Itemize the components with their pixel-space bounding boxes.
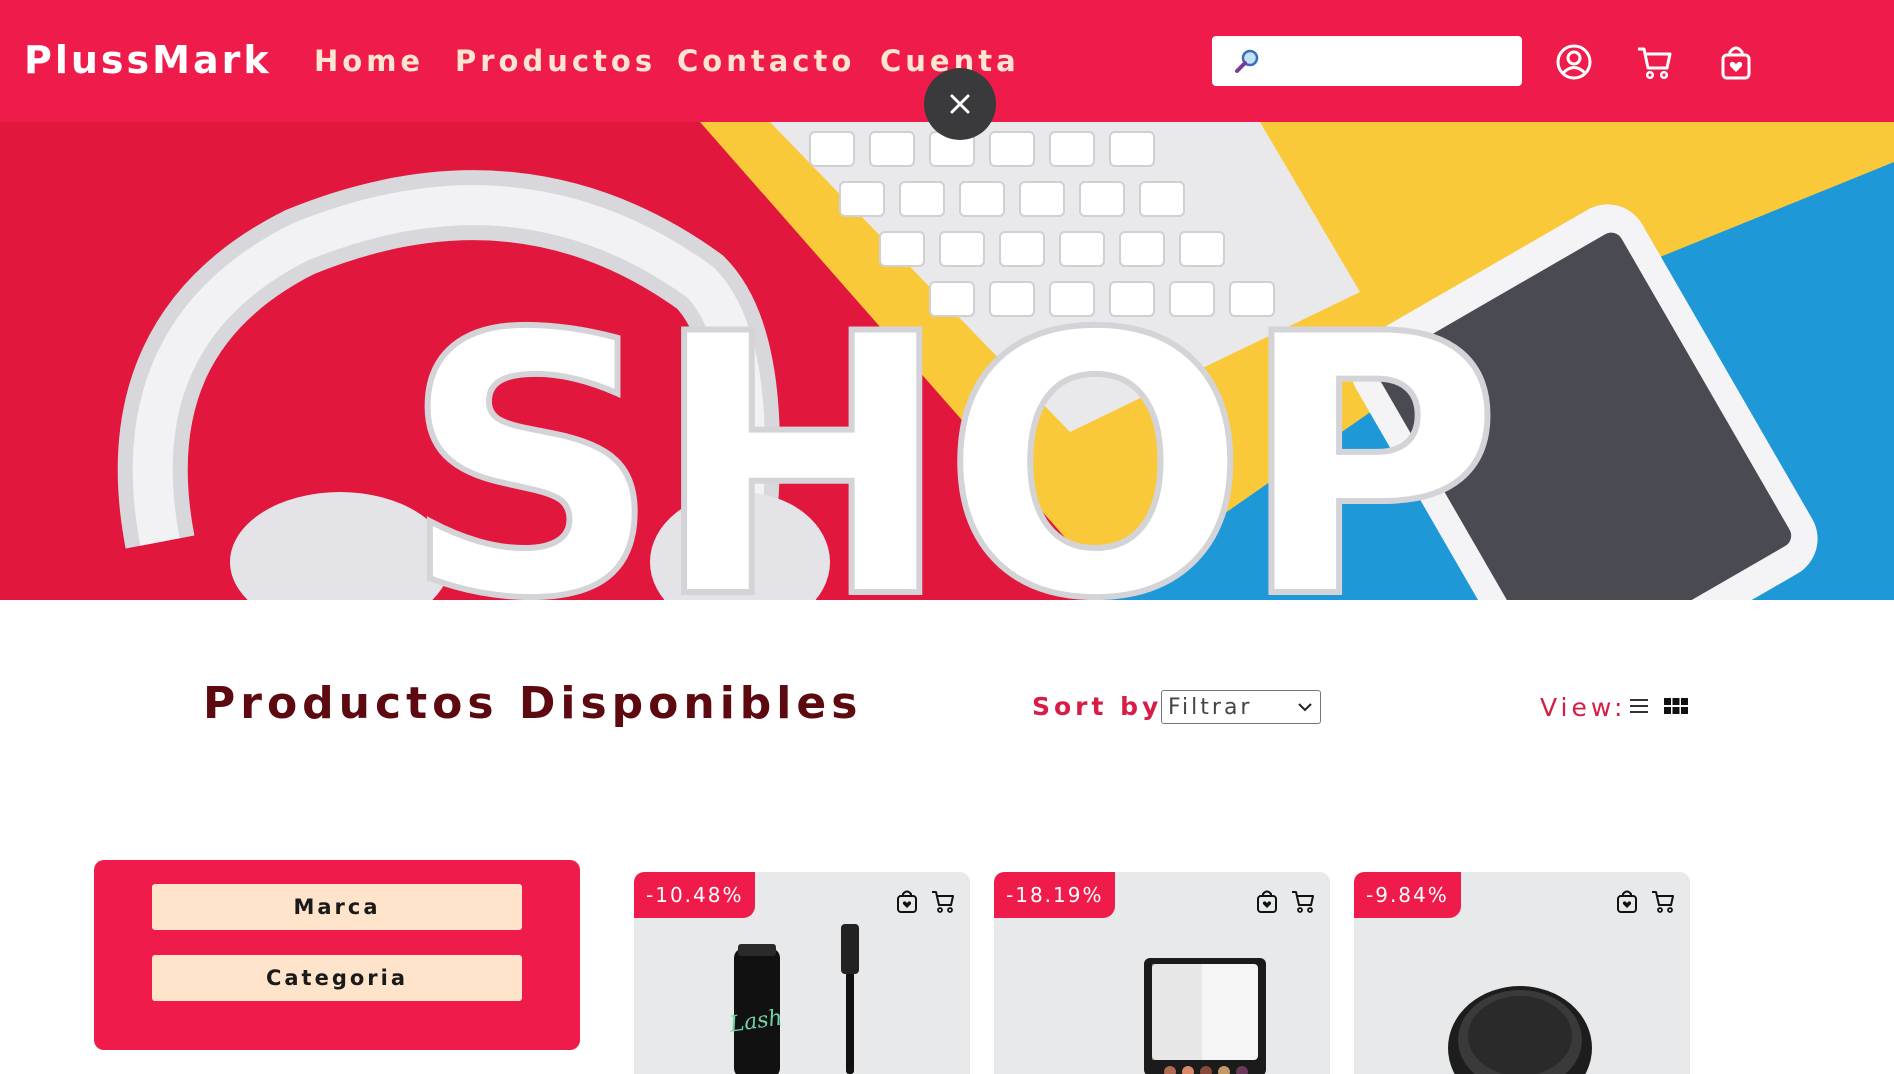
cart-icon[interactable] — [930, 888, 956, 914]
discount-badge: -18.19% — [994, 872, 1116, 918]
search-icon[interactable] — [1232, 46, 1262, 76]
shopping-bag-icon[interactable] — [1716, 42, 1756, 82]
list-view-icon[interactable] — [1628, 696, 1650, 716]
view-label: View: — [1540, 693, 1627, 722]
close-button[interactable] — [924, 68, 996, 140]
search-input[interactable] — [1270, 41, 1520, 81]
shopping-bag-icon[interactable] — [894, 888, 920, 914]
user-icon[interactable] — [1554, 42, 1594, 82]
nav-link-home[interactable]: Home — [314, 44, 424, 78]
chevron-down-icon — [1298, 703, 1312, 712]
search-box — [1212, 36, 1522, 86]
discount-badge: -9.84% — [1354, 872, 1461, 918]
sort-label: Sort by: — [1032, 692, 1177, 721]
filter-marca-button[interactable]: Marca — [152, 884, 522, 930]
hero-banner: SHOP — [0, 122, 1894, 600]
filter-categoria-button[interactable]: Categoria — [152, 955, 522, 1001]
cart-icon[interactable] — [1650, 888, 1676, 914]
product-image-compact-powder[interactable] — [1354, 918, 1690, 1074]
product-card[interactable]: -9.84% — [1354, 872, 1690, 1074]
shopping-bag-icon[interactable] — [1254, 888, 1280, 914]
hero-image: SHOP — [0, 122, 1894, 600]
product-image-mascara[interactable]: Lash — [634, 918, 970, 1074]
cart-icon[interactable] — [1290, 888, 1316, 914]
page-title: Productos Disponibles — [203, 678, 863, 729]
brand-logo[interactable]: PlussMark — [24, 38, 272, 82]
hero-text: SHOP — [402, 258, 1492, 600]
nav-link-productos[interactable]: Productos — [455, 44, 656, 78]
close-icon — [950, 94, 970, 114]
product-image-eyeshadow-palette[interactable] — [994, 918, 1330, 1074]
nav-link-contacto[interactable]: Contacto — [677, 44, 855, 78]
discount-badge: -10.48% — [634, 872, 756, 918]
product-card[interactable]: -10.48% Lash — [634, 872, 970, 1074]
sort-selected-value: Filtrar — [1168, 694, 1253, 720]
filter-panel: Marca Categoria — [94, 860, 580, 1050]
sort-select[interactable]: Filtrar — [1161, 690, 1321, 724]
cart-icon[interactable] — [1635, 42, 1675, 82]
shopping-bag-icon[interactable] — [1614, 888, 1640, 914]
product-card[interactable]: -18.19% — [994, 872, 1330, 1074]
grid-view-icon[interactable] — [1664, 696, 1688, 716]
